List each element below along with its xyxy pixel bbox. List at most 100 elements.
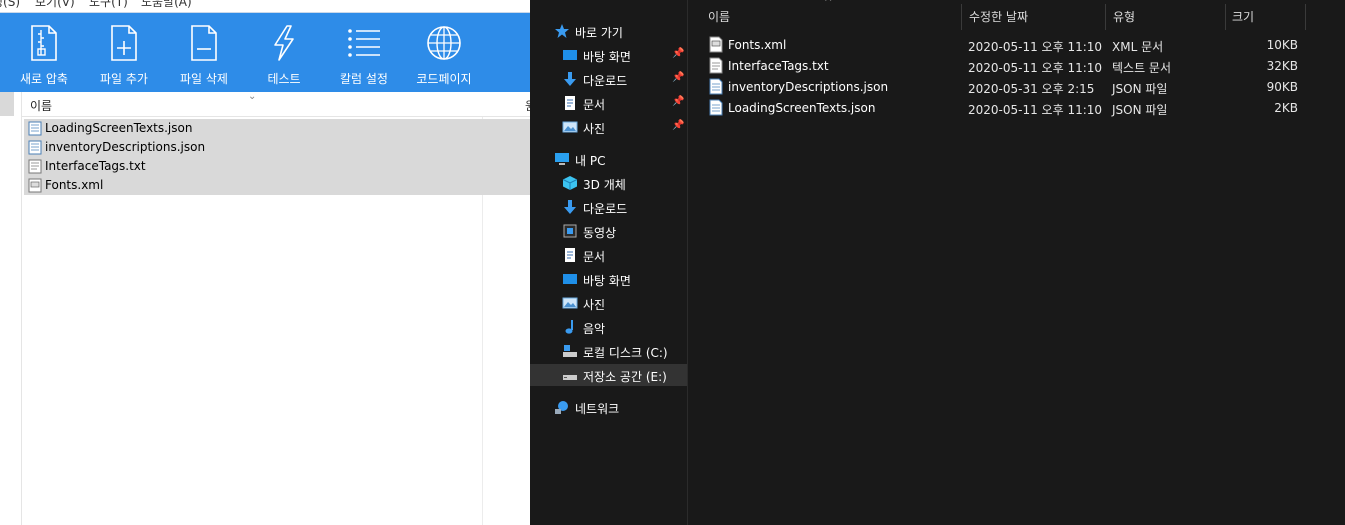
pictures-icon — [562, 121, 578, 133]
file-name: LoadingScreenTexts.json — [728, 101, 876, 115]
archive-file-list: 이름 ⌄ 원 LoadingScreenTexts.json inventory… — [0, 91, 530, 525]
codepage-button[interactable]: 코드페이지 — [404, 13, 484, 93]
json-file-icon — [28, 121, 42, 136]
file-name: Fonts.xml — [728, 38, 787, 52]
xml-file-icon — [28, 178, 42, 193]
nav-pictures[interactable]: 사진 — [530, 292, 687, 314]
menu-item-edit[interactable]: 정(S) — [0, 0, 20, 10]
list-item[interactable]: InterfaceTags.txt — [24, 157, 530, 176]
new-archive-icon — [31, 25, 57, 61]
cube-3d-icon — [562, 176, 578, 190]
json-file-icon — [709, 99, 723, 116]
nav-downloads[interactable]: 다운로드 — [530, 196, 687, 218]
codepage-globe-icon — [427, 26, 461, 60]
xml-file-icon — [709, 36, 723, 53]
nav-documents-pinned[interactable]: 문서 📌 — [530, 92, 687, 114]
file-row[interactable]: LoadingScreenTexts.json 2020-05-11 오후 11… — [706, 97, 1306, 118]
test-lightning-icon — [274, 25, 294, 61]
file-size: 32KB — [1266, 59, 1298, 73]
pictures-icon — [562, 297, 578, 309]
archive-window: 정(S) 보기(V) 도구(T) 도움말(A) 새로 압축 파일 추가 — [0, 0, 530, 525]
column-settings-button[interactable]: 칼럼 설정 — [324, 13, 404, 93]
nav-label: 사진 — [583, 122, 606, 136]
file-row[interactable]: Fonts.xml 2020-05-11 오후 11:10 XML 문서 10K… — [706, 34, 1306, 55]
nav-local-disk-c[interactable]: 로컬 디스크 (C:) — [530, 340, 687, 362]
nav-documents[interactable]: 문서 — [530, 244, 687, 266]
column-header-name[interactable]: 이름 — [708, 8, 730, 25]
video-icon — [563, 224, 577, 238]
pin-icon: 📌 — [672, 48, 685, 59]
archive-list-header: 이름 ⌄ 원 — [22, 91, 530, 117]
column-settings-label: 칼럼 설정 — [340, 72, 388, 86]
menu-item-view[interactable]: 보기(V) — [35, 0, 75, 10]
nav-label: 다운로드 — [583, 202, 628, 216]
nav-videos[interactable]: 동영상 — [530, 220, 687, 242]
file-type: 텍스트 문서 — [1112, 61, 1172, 75]
file-modified: 2020-05-11 오후 11:10 — [968, 103, 1103, 117]
toolbar-ribbon: 새로 압축 파일 추가 파일 삭제 테스트 칼럼 설정 코드페이지 — [0, 12, 530, 92]
nav-this-pc[interactable]: 내 PC — [530, 148, 687, 170]
add-file-icon — [111, 25, 137, 61]
file-type: JSON 파일 — [1112, 103, 1168, 117]
codepage-label: 코드페이지 — [416, 72, 472, 86]
nav-label: 3D 개체 — [583, 178, 626, 192]
file-name: LoadingScreenTexts.json — [45, 121, 193, 135]
list-item[interactable]: Fonts.xml — [24, 176, 530, 195]
file-type: JSON 파일 — [1112, 82, 1168, 96]
nav-downloads-pinned[interactable]: 다운로드 📌 — [530, 68, 687, 90]
nav-label: 음악 — [583, 322, 606, 336]
test-button[interactable]: 테스트 — [244, 13, 324, 93]
pin-icon: 📌 — [672, 96, 685, 107]
nav-label: 바탕 화면 — [583, 274, 631, 288]
column-header-name[interactable]: 이름 — [30, 97, 52, 114]
file-size: 2KB — [1274, 101, 1298, 115]
nav-label: 문서 — [583, 250, 606, 264]
music-note-icon — [565, 320, 573, 334]
file-size: 90KB — [1266, 80, 1298, 94]
column-header-modified[interactable]: 수정한 날짜 — [969, 8, 1028, 25]
file-modified: 2020-05-31 오후 2:15 — [968, 82, 1095, 96]
delete-file-icon — [191, 25, 217, 61]
new-archive-button[interactable]: 새로 압축 — [4, 13, 84, 93]
file-row[interactable]: inventoryDescriptions.json 2020-05-31 오후… — [706, 76, 1306, 97]
nav-network[interactable]: 네트워크 — [530, 396, 687, 418]
document-icon — [565, 248, 575, 262]
file-list-view: ^ 이름 수정한 날짜 유형 크기 Fonts.xml 2020-05-11 오… — [689, 0, 1345, 525]
nav-3d-objects[interactable]: 3D 개체 — [530, 172, 687, 194]
computer-icon — [555, 153, 569, 165]
json-file-icon — [709, 78, 723, 95]
add-file-label: 파일 추가 — [100, 72, 148, 86]
json-file-icon — [28, 140, 42, 155]
download-arrow-icon — [564, 72, 576, 86]
navigation-pane: 바로 가기 바탕 화면 📌 다운로드 📌 문서 📌 사진 📌 내 PC 3D 개… — [530, 0, 688, 525]
delete-file-button[interactable]: 파일 삭제 — [164, 13, 244, 93]
drive-icon — [563, 345, 577, 357]
nav-desktop[interactable]: 바탕 화면 — [530, 268, 687, 290]
nav-label: 사진 — [583, 298, 606, 312]
nav-desktop-pinned[interactable]: 바탕 화면 📌 — [530, 44, 687, 66]
pin-icon: 📌 — [672, 72, 685, 83]
nav-music[interactable]: 음악 — [530, 316, 687, 338]
nav-pictures-pinned[interactable]: 사진 📌 — [530, 116, 687, 138]
new-archive-label: 새로 압축 — [20, 72, 68, 86]
star-icon — [555, 24, 569, 38]
column-settings-icon — [348, 29, 380, 57]
list-item[interactable]: LoadingScreenTexts.json — [24, 119, 530, 138]
nav-storage-space-e[interactable]: 저장소 공간 (E:) — [530, 364, 687, 386]
pin-icon: 📌 — [672, 120, 685, 131]
sort-chevron-icon: ⌄ — [248, 91, 257, 102]
menu-item-tools[interactable]: 도구(T) — [89, 0, 128, 10]
column-header-type[interactable]: 유형 — [1113, 8, 1135, 25]
nav-label: 바탕 화면 — [583, 50, 631, 64]
column-headers: ^ 이름 수정한 날짜 유형 크기 — [689, 0, 1345, 30]
list-item[interactable]: inventoryDescriptions.json — [24, 138, 530, 157]
tree-pane — [0, 92, 22, 525]
nav-quick-access[interactable]: 바로 가기 — [530, 20, 687, 42]
file-name: Fonts.xml — [45, 178, 104, 192]
menu-item-help[interactable]: 도움말(A) — [141, 0, 192, 10]
file-modified: 2020-05-11 오후 11:10 — [968, 61, 1103, 75]
file-row[interactable]: InterfaceTags.txt 2020-05-11 오후 11:10 텍스… — [706, 55, 1306, 76]
column-header-size[interactable]: 크기 — [1232, 8, 1254, 25]
text-file-icon — [28, 159, 42, 174]
add-file-button[interactable]: 파일 추가 — [84, 13, 164, 93]
